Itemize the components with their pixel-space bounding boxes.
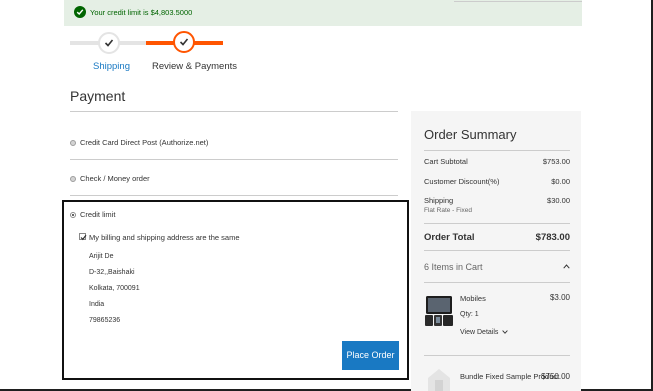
step-shipping-link[interactable]: Shipping (93, 61, 130, 72)
shipping-label: Shipping (424, 196, 454, 205)
method-divider-1 (70, 159, 398, 160)
discount-value: $0.00 (551, 177, 570, 186)
payment-method-checkmo-label: Check / Money order (80, 174, 150, 183)
total-divider (424, 223, 570, 224)
same-address-label[interactable]: My billing and shipping address are the … (89, 233, 240, 242)
chevron-down-icon[interactable] (502, 330, 509, 334)
billing-country: India (89, 301, 105, 308)
same-address-checkbox[interactable] (79, 233, 87, 241)
billing-name: Arijit De (89, 253, 114, 260)
method-divider-2 (70, 195, 398, 196)
shipping-method-label: Flat Rate - Fixed (424, 207, 473, 214)
order-total-label: Order Total (424, 232, 475, 243)
summary-title-divider (424, 150, 570, 151)
payment-title-divider (70, 111, 398, 112)
radio-authorize[interactable] (70, 140, 76, 147)
item-qty-mobiles: Qty: 1 (460, 311, 479, 318)
billing-street: D-32,,Baishaki (89, 269, 135, 276)
payment-method-checkmo[interactable]: Check / Money order (70, 174, 150, 183)
bundle-product-thumbnail (428, 369, 450, 391)
payment-title: Payment (70, 88, 126, 104)
discount-label: Customer Discount(%) (424, 177, 500, 186)
order-summary-title: Order Summary (424, 127, 517, 142)
view-details-label: View Details (460, 329, 499, 336)
subtotal-value: $753.00 (542, 157, 570, 166)
radio-credit-limit[interactable] (70, 212, 76, 219)
order-summary-panel (411, 111, 581, 391)
mobiles-product-thumbnail (425, 296, 453, 326)
items-list-divider (424, 282, 570, 283)
review-step-icon (173, 31, 195, 53)
shipping-step-icon[interactable] (98, 32, 120, 54)
items-divider (424, 250, 570, 251)
alert-message: Your credit limit is $4,803.5000 (90, 8, 193, 17)
item-price-bundle: $750.00 (541, 372, 570, 381)
view-details-toggle[interactable]: View Details (460, 329, 509, 336)
payment-method-authorize[interactable]: Credit Card Direct Post (Authorize.net) (70, 138, 208, 147)
payment-method-credit-limit-label: Credit limit (80, 210, 116, 219)
items-in-cart-toggle[interactable]: 6 Items in Cart (424, 262, 483, 272)
shipping-value: $30.00 (547, 196, 570, 205)
check-circle-icon (74, 6, 86, 18)
subtotal-label: Cart Subtotal (424, 157, 468, 166)
item-price-mobiles: $3.00 (549, 293, 570, 302)
order-total-value: $783.00 (535, 232, 570, 243)
billing-phone: 79865236 (89, 317, 121, 324)
item-divider (424, 355, 570, 356)
top-bar-tab (454, 0, 582, 2)
payment-method-credit-limit[interactable]: Credit limit (70, 210, 115, 219)
radio-checkmo[interactable] (70, 176, 76, 183)
place-order-button[interactable]: Place Order (342, 341, 399, 370)
step-review-label: Review & Payments (152, 61, 238, 72)
billing-city: Kolkata, 700091 (89, 285, 140, 292)
item-name-mobiles: Mobiles (460, 294, 486, 303)
payment-method-authorize-label: Credit Card Direct Post (Authorize.net) (80, 138, 209, 147)
chevron-up-icon[interactable] (563, 264, 570, 269)
